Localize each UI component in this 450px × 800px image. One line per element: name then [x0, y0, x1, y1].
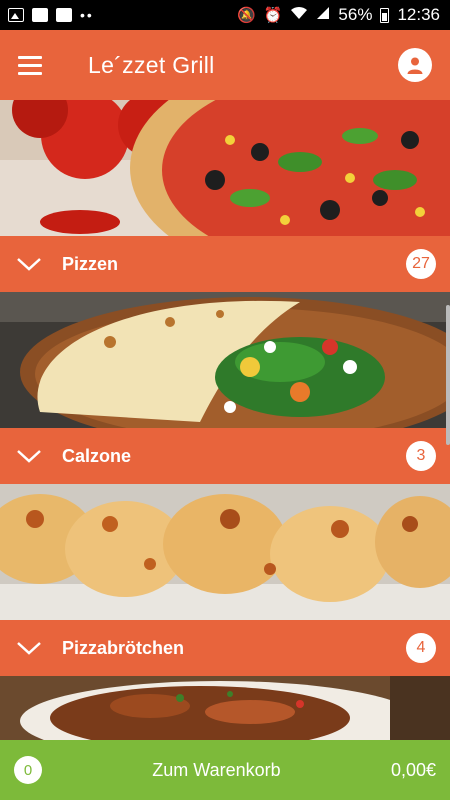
cart-total: 0,00€: [390, 759, 436, 780]
category-pizzen: Pizzen 27: [0, 100, 450, 292]
mute-icon: 🔕: [237, 7, 256, 24]
category-pizzabroetchen: Pizzabrötchen 4: [0, 484, 450, 676]
chevron-down-icon: [14, 254, 44, 274]
category-label: Pizzabrötchen: [62, 637, 185, 658]
item-count-badge: 27: [406, 249, 436, 279]
app-header: Le´zzet Grill: [0, 30, 450, 100]
category-image-pizza: [0, 100, 450, 236]
battery-icon: [380, 7, 390, 23]
category-calzone: Calzone 3: [0, 292, 450, 484]
chevron-down-icon: [14, 638, 44, 658]
cart-count-badge: 0: [14, 756, 42, 784]
checkmark-icon: [56, 8, 72, 22]
status-bar: •• 🔕 ⏰ 56% 12:36: [0, 0, 450, 30]
category-next-partial: [0, 676, 450, 740]
category-label: Pizzen: [62, 253, 119, 274]
profile-icon[interactable]: [398, 48, 432, 82]
wifi-icon: [290, 6, 308, 24]
menu-icon[interactable]: [18, 51, 52, 79]
item-count-badge: 3: [406, 441, 436, 471]
app-title: Le´zzet Grill: [88, 51, 215, 78]
image-icon: [8, 8, 24, 22]
cart-label: Zum Warenkorb: [152, 759, 281, 780]
alarm-icon: ⏰: [263, 7, 283, 24]
category-label: Calzone: [62, 445, 132, 466]
category-header-calzone[interactable]: Calzone 3: [0, 428, 450, 484]
battery-percent: 56%: [338, 5, 373, 24]
category-header-pizzen[interactable]: Pizzen 27: [0, 236, 450, 292]
category-header-pizzabroetchen[interactable]: Pizzabrötchen 4: [0, 620, 450, 676]
scrollbar[interactable]: [446, 305, 450, 445]
more-notifications-icon: ••: [80, 7, 94, 23]
cart-button[interactable]: 0 Zum Warenkorb 0,00€: [0, 740, 450, 800]
category-image-grill: [0, 676, 450, 740]
clock: 12:36: [397, 5, 440, 24]
chevron-down-icon: [14, 446, 44, 466]
category-image-pizzabroetchen: [0, 484, 450, 620]
signal-icon: [316, 6, 330, 24]
category-image-calzone: [0, 292, 450, 428]
item-count-badge: 4: [406, 633, 436, 663]
mail-icon: [32, 8, 48, 22]
